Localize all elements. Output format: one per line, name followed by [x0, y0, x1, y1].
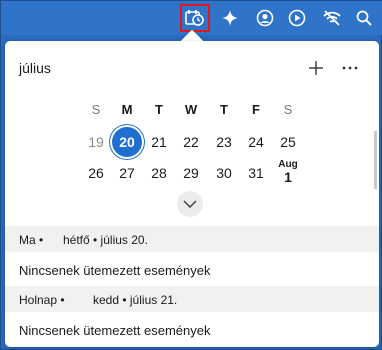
calendar-day[interactable]: 23: [209, 127, 239, 157]
calendar-day[interactable]: 26: [81, 158, 111, 188]
add-event-button[interactable]: [305, 57, 327, 79]
calendar-day[interactable]: 27: [112, 158, 142, 188]
next-month-day: 1: [284, 169, 292, 185]
agenda-empty-message: Nincsenek ütemezett események: [19, 323, 211, 338]
chevron-down-icon: [183, 200, 197, 208]
agenda-relative-day: Holnap •: [19, 293, 65, 307]
weekday-tuesday: T: [155, 102, 163, 117]
plus-icon: [309, 61, 323, 75]
calendar-icon[interactable]: [180, 4, 210, 32]
calendar-day[interactable]: 22: [176, 127, 206, 157]
calendar-day[interactable]: 30: [209, 158, 239, 188]
calendar-day[interactable]: 24: [241, 127, 271, 157]
calendar-day[interactable]: 29: [176, 158, 206, 188]
agenda-date: kedd • július 21.: [93, 293, 178, 307]
agenda-relative-day: Ma •: [19, 233, 44, 247]
weekday-sunday: S: [91, 102, 101, 117]
calendar-day-next-month[interactable]: Aug 1: [273, 156, 303, 186]
calendar-day[interactable]: 31: [241, 158, 271, 188]
calendar-day[interactable]: 19: [81, 127, 111, 157]
ellipsis-icon: [342, 66, 358, 70]
weekday-thursday: T: [220, 102, 228, 117]
weekday-saturday: S: [283, 102, 293, 117]
wifi-icon[interactable]: [319, 5, 345, 31]
more-options-button[interactable]: [339, 57, 361, 79]
calendar-day[interactable]: 28: [144, 158, 174, 188]
agenda-date: hétfő • július 20.: [63, 233, 148, 247]
account-icon[interactable]: [252, 5, 278, 31]
calendar-day[interactable]: 21: [144, 127, 174, 157]
sparkle-icon[interactable]: [217, 5, 243, 31]
calendar-day-today[interactable]: 20: [112, 127, 142, 157]
weekday-monday: M: [121, 102, 133, 117]
weekday-friday: F: [252, 102, 260, 117]
play-icon[interactable]: [284, 5, 310, 31]
agenda-day-header-tomorrow: Holnap • kedd • július 21.: [5, 286, 379, 312]
scroll-edge: [374, 131, 377, 189]
month-title: július: [19, 60, 51, 76]
expand-calendar-button[interactable]: [177, 191, 203, 217]
calendar-flyout: július S M T W T F S 19 20 21 22 23 24 2…: [5, 41, 379, 347]
weekday-wednesday: W: [184, 102, 198, 117]
search-icon[interactable]: [351, 5, 377, 31]
agenda-empty-message: Nincsenek ütemezett események: [19, 263, 211, 278]
agenda-day-header-today: Ma • hétfő • július 20.: [5, 226, 379, 252]
calendar-day[interactable]: 25: [273, 127, 303, 157]
